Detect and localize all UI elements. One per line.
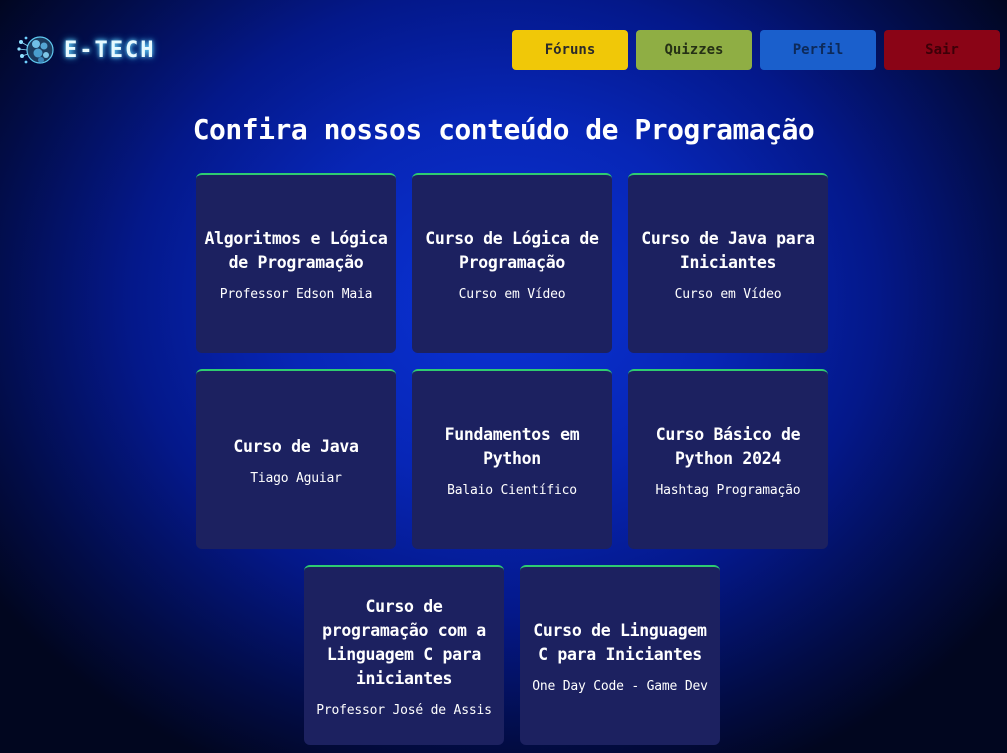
course-card-title: Algoritmos e Lógica de Programação [204,228,388,272]
logo-text: E-TECH [64,37,156,63]
course-card-title: Fundamentos em Python [444,424,580,468]
course-card-title: Curso de Java para Iniciantes [641,228,815,272]
course-card[interactable]: Fundamentos em Python Balaio Científico [412,369,612,549]
course-card-subtitle: Hashtag Programação [655,482,801,498]
top-nav: Fóruns Quizzes Perfil Sair [512,30,1000,70]
course-card-subtitle: Balaio Científico [447,482,577,498]
course-card[interactable]: Curso de Linguagem C para Iniciantes One… [520,565,720,745]
foruns-button[interactable]: Fóruns [512,30,628,70]
page-title: Confira nossos conteúdo de Programação [192,113,815,146]
course-card-title: Curso de programação com a Linguagem C p… [322,596,486,688]
course-card-title: Curso de Lógica de Programação [425,228,599,272]
course-card[interactable]: Curso de programação com a Linguagem C p… [304,565,504,745]
sair-button[interactable]: Sair [884,30,1000,70]
course-card-title: Curso de Linguagem C para Iniciantes [533,620,707,664]
course-card-subtitle: Curso em Vídeo [458,286,566,302]
course-card-subtitle: Curso em Vídeo [674,286,782,302]
perfil-button[interactable]: Perfil [760,30,876,70]
logo[interactable]: E-TECH [16,32,155,68]
course-card[interactable]: Algoritmos e Lógica de Programação Profe… [196,173,396,353]
course-card[interactable]: Curso Básico de Python 2024 Hashtag Prog… [628,369,828,549]
course-card-title: Curso Básico de Python 2024 [655,424,801,468]
course-card-subtitle: One Day Code - Game Dev [532,678,708,694]
quizzes-button[interactable]: Quizzes [636,30,752,70]
course-card[interactable]: Curso de Lógica de Programação Curso em … [412,173,612,353]
course-card[interactable]: Curso de Java Tiago Aguiar [196,369,396,549]
course-card[interactable]: Curso de Java para Iniciantes Curso em V… [628,173,828,353]
neural-network-icon [17,36,54,64]
course-card-subtitle: Professor José de Assis [316,702,492,718]
course-card-title: Curso de Java [233,436,359,456]
course-card-subtitle: Tiago Aguiar [250,470,342,486]
course-card-subtitle: Professor Edson Maia [219,286,373,302]
